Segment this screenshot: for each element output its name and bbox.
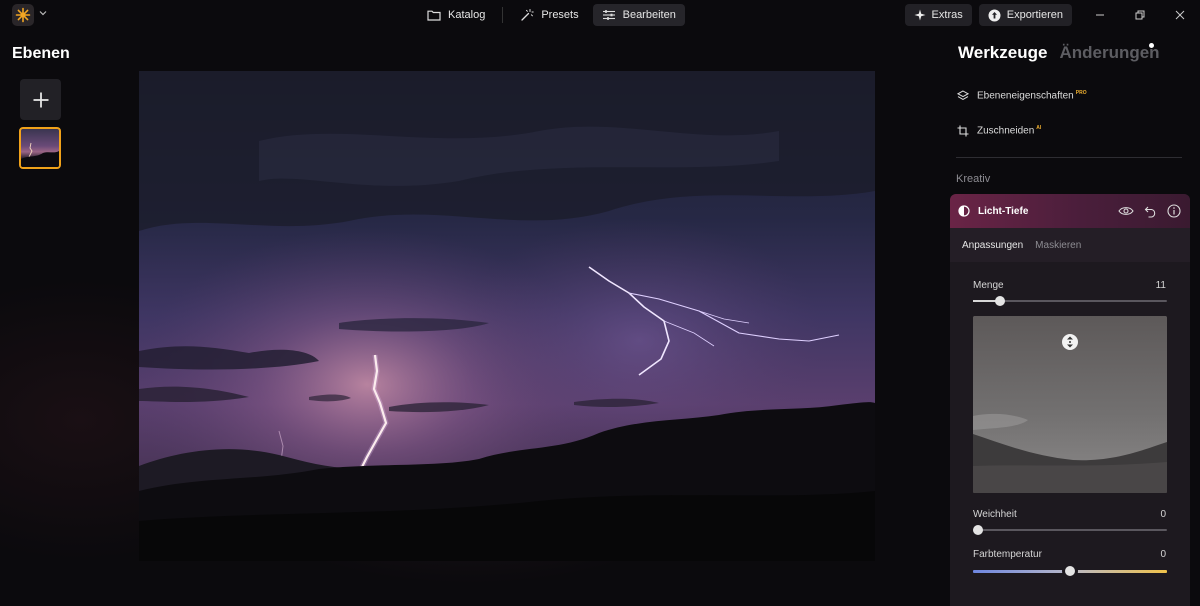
chevron-down-icon[interactable] [38, 8, 48, 18]
restore-button[interactable] [1120, 4, 1160, 26]
tool-ebeneneigenschaften[interactable]: Ebeneneigenschaften PRO [957, 90, 1087, 102]
layers-icon [957, 90, 969, 100]
restore-icon [1135, 10, 1145, 20]
tool-zuschneiden[interactable]: Zuschneiden AI [957, 125, 1041, 137]
half-circle-icon [958, 205, 970, 217]
export-button[interactable]: Exportieren [978, 4, 1072, 26]
nav-bearbeiten[interactable]: Bearbeiten [592, 4, 685, 26]
weichheit-slider[interactable] [973, 525, 1167, 535]
ai-badge: AI [1036, 125, 1042, 132]
vertical-arrows-icon [1067, 336, 1073, 348]
tool-label: Ebeneneigenschaften PRO [977, 90, 1087, 102]
panel-tabs: Werkzeuge Änderungen [958, 43, 1160, 63]
export-icon [988, 9, 1001, 21]
add-layer-button[interactable] [20, 79, 61, 120]
card-header[interactable]: Licht-Tiefe [950, 194, 1190, 228]
weichheit-label: Weichheit [973, 509, 1017, 520]
info-button[interactable] [1166, 203, 1182, 219]
top-right-controls: Extras Exportieren [898, 4, 1200, 26]
farbtemperatur-value: 0 [1160, 549, 1166, 560]
visibility-toggle[interactable] [1118, 203, 1134, 219]
tab-aenderungen[interactable]: Änderungen [1059, 43, 1159, 63]
lightning-photo [139, 71, 875, 561]
menge-value: 11 [1155, 280, 1166, 291]
nav-presets-label: Presets [541, 9, 579, 21]
subtab-maskieren[interactable]: Maskieren [1035, 240, 1081, 251]
menge-label: Menge [973, 280, 1004, 291]
layers-title: Ebenen [12, 45, 70, 62]
depth-preview[interactable] [973, 316, 1167, 493]
undo-icon [1144, 206, 1155, 218]
magic-wand-icon [521, 9, 535, 21]
farbtemperatur-label: Farbtemperatur [973, 549, 1042, 560]
folder-icon [427, 10, 441, 21]
minimize-button[interactable] [1080, 4, 1120, 26]
depth-focus-handle[interactable] [1062, 334, 1078, 350]
menge-slider-thumb[interactable] [995, 296, 1005, 306]
sun-logo-icon [15, 7, 31, 23]
tool-label: Zuschneiden AI [977, 125, 1042, 137]
weichheit-slider-thumb[interactable] [973, 525, 983, 535]
eye-icon [1118, 207, 1134, 215]
export-label: Exportieren [1006, 9, 1063, 21]
minimize-icon [1096, 14, 1104, 16]
subtab-anpassungen[interactable]: Anpassungen [962, 240, 1023, 251]
weichheit-value: 0 [1160, 509, 1166, 520]
sparkle-icon [914, 9, 926, 21]
main-nav: Katalog Presets Bearbeiten [418, 4, 685, 26]
lightning-thumbnail-icon [21, 142, 59, 167]
photo-canvas[interactable] [139, 71, 875, 561]
changes-indicator-dot [1149, 43, 1154, 48]
plus-icon [33, 92, 48, 107]
nav-bearbeiten-label: Bearbeiten [622, 9, 676, 21]
nav-divider [502, 7, 504, 23]
section-kreativ: Kreativ [956, 173, 991, 185]
nav-katalog-label: Katalog [448, 9, 486, 21]
panel-divider [956, 157, 1182, 158]
crop-icon [957, 125, 969, 137]
card-actions [1118, 203, 1182, 219]
menge-slider[interactable] [973, 296, 1167, 306]
close-button[interactable] [1160, 4, 1200, 26]
licht-tiefe-card: Licht-Tiefe Anpassungen Maskieren Menge … [950, 194, 1190, 606]
farbtemperatur-slider-thumb[interactable] [1065, 566, 1075, 576]
tab-werkzeuge[interactable]: Werkzeuge [958, 43, 1047, 63]
sliders-icon [602, 10, 615, 20]
top-bar: Katalog Presets Bearbeiten Extras Export… [0, 0, 1200, 30]
nav-katalog[interactable]: Katalog [418, 4, 494, 26]
close-icon [1175, 10, 1185, 20]
extras-button[interactable]: Extras [904, 4, 972, 26]
card-body: Menge 11 Weichheit 0 Farbtemperatur 0 [950, 262, 1190, 606]
layer-thumbnail[interactable] [19, 127, 61, 169]
card-subtabs: Anpassungen Maskieren [950, 228, 1190, 262]
pro-badge: PRO [1075, 90, 1087, 97]
extras-label: Extras [931, 9, 963, 21]
nav-presets[interactable]: Presets [511, 4, 587, 26]
farbtemperatur-slider[interactable] [973, 566, 1167, 576]
info-icon [1167, 204, 1181, 218]
app-logo[interactable] [12, 4, 34, 26]
card-title: Licht-Tiefe [978, 205, 1029, 217]
reset-button[interactable] [1142, 203, 1158, 219]
